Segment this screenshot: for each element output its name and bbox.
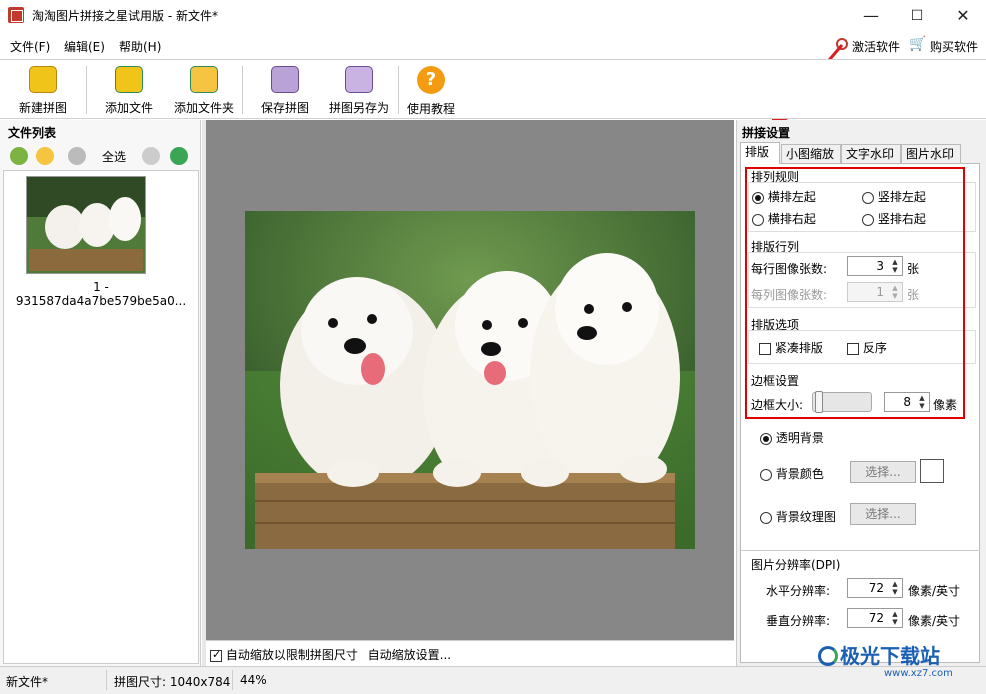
menu-help[interactable]: 帮助(H) bbox=[119, 38, 161, 55]
close-button[interactable]: ✕ bbox=[940, 0, 986, 31]
menu-edit[interactable]: 编辑(E) bbox=[64, 38, 105, 55]
watermark-logo-icon bbox=[818, 646, 838, 666]
file-thumbnail[interactable] bbox=[26, 176, 146, 274]
dpi-h-spinner[interactable]: 72 ▲ ▼ bbox=[847, 578, 903, 598]
dpi-h-label: 水平分辨率: bbox=[766, 584, 831, 598]
add-file-button[interactable]: 添加文件 bbox=[98, 62, 160, 116]
save-icon bbox=[271, 66, 299, 93]
radio-dot bbox=[760, 511, 772, 524]
save-collage-button[interactable]: 保存拼图 bbox=[254, 62, 316, 116]
add-folder-label: 添加文件夹 bbox=[173, 101, 234, 115]
dpi-v-value: 72 bbox=[868, 611, 884, 625]
dpi-title: 图片分辨率(DPI) bbox=[751, 558, 841, 572]
radio-label: 背景纹理图 bbox=[775, 510, 836, 524]
minimize-button[interactable]: — bbox=[848, 0, 894, 31]
radio-label: 背景颜色 bbox=[775, 467, 824, 481]
radio-dot bbox=[760, 432, 772, 445]
file-list-header: 文件列表 bbox=[8, 126, 57, 140]
tutorial-button[interactable]: ? 使用教程 bbox=[402, 62, 460, 116]
radio-transparent-bg[interactable]: 透明背景 bbox=[760, 429, 824, 446]
activate-link[interactable]: 激活软件 bbox=[852, 38, 900, 55]
toolbar-divider bbox=[242, 66, 243, 114]
add-file-label: 添加文件 bbox=[104, 101, 153, 115]
auto-scale-row: ✓ 自动缩放以限制拼图尺寸 自动缩放设置... bbox=[210, 646, 451, 663]
save-as-icon bbox=[345, 66, 373, 93]
new-collage-button[interactable]: 新建拼图 bbox=[12, 62, 74, 116]
watermark-text: 极光下载站 bbox=[840, 644, 940, 668]
auto-scale-label: 自动缩放以限制拼图尺寸 bbox=[225, 648, 358, 662]
tab-layout[interactable]: 排版 bbox=[740, 142, 780, 164]
add-file-icon bbox=[115, 66, 143, 93]
dpi-h-unit: 像素/英寸 bbox=[908, 584, 961, 598]
move-down-icon[interactable] bbox=[170, 147, 188, 165]
help-icon: ? bbox=[417, 66, 445, 94]
add-folder-button[interactable]: 添加文件夹 bbox=[170, 62, 238, 116]
dpi-h-value: 72 bbox=[868, 581, 884, 595]
status-divider bbox=[232, 670, 233, 690]
color-swatch[interactable] bbox=[920, 459, 944, 483]
save-as-label: 拼图另存为 bbox=[328, 101, 389, 115]
choose-color-button[interactable]: 选择... bbox=[850, 461, 916, 483]
add-file-icon[interactable] bbox=[10, 147, 28, 165]
auto-scale-settings-link[interactable]: 自动缩放设置... bbox=[368, 648, 451, 662]
save-collage-label: 保存拼图 bbox=[260, 101, 309, 115]
status-zoom: 44% bbox=[240, 673, 267, 687]
toolbar-divider bbox=[86, 66, 87, 114]
spinner-arrows-icon[interactable]: ▲ ▼ bbox=[890, 580, 900, 596]
collage-preview-image bbox=[245, 211, 695, 549]
auto-scale-checkbox[interactable]: ✓ bbox=[210, 648, 222, 662]
add-folder-icon bbox=[190, 66, 218, 93]
tab-text-watermark[interactable]: 文字水印 bbox=[841, 144, 901, 164]
highlight-box bbox=[745, 167, 965, 419]
app-icon bbox=[8, 7, 24, 23]
new-collage-label: 新建拼图 bbox=[18, 101, 67, 115]
new-icon bbox=[29, 66, 57, 93]
radio-dot bbox=[760, 468, 772, 481]
select-all-button[interactable]: 全选 bbox=[102, 148, 126, 165]
file-name: 1 - 931587da4a7be579be5a0... bbox=[4, 280, 198, 308]
status-size: 拼图尺寸: 1040x784 bbox=[114, 675, 231, 689]
dpi-v-spinner[interactable]: 72 ▲ ▼ bbox=[847, 608, 903, 628]
choose-texture-button[interactable]: 选择... bbox=[850, 503, 916, 525]
spinner-arrows-icon[interactable]: ▲ ▼ bbox=[890, 610, 900, 626]
window-title: 淘淘图片拼接之星试用版 - 新文件* bbox=[32, 9, 218, 23]
file-name-line1: 1 - bbox=[93, 280, 109, 294]
file-name-line2: 931587da4a7be579be5a0... bbox=[15, 294, 187, 308]
status-divider bbox=[106, 670, 107, 690]
dpi-v-unit: 像素/英寸 bbox=[908, 614, 961, 628]
remove-icon[interactable] bbox=[68, 147, 86, 165]
tutorial-label: 使用教程 bbox=[406, 102, 455, 116]
radio-bg-color[interactable]: 背景颜色 bbox=[760, 465, 824, 482]
menu-file[interactable]: 文件(F) bbox=[10, 38, 50, 55]
divider bbox=[741, 550, 980, 551]
buy-link[interactable]: 购买软件 bbox=[930, 38, 978, 55]
save-as-button[interactable]: 拼图另存为 bbox=[326, 62, 392, 116]
settings-header: 拼接设置 bbox=[742, 126, 791, 140]
tab-image-watermark[interactable]: 图片水印 bbox=[901, 144, 961, 164]
move-up-icon[interactable] bbox=[142, 147, 160, 165]
tab-thumbnail-scale[interactable]: 小图缩放 bbox=[781, 144, 841, 164]
cart-icon[interactable]: 🛒 bbox=[909, 37, 927, 51]
maximize-button[interactable]: ☐ bbox=[894, 0, 940, 31]
toolbar-divider bbox=[398, 66, 399, 114]
status-file: 新文件* bbox=[6, 675, 49, 689]
dpi-v-label: 垂直分辨率: bbox=[766, 614, 831, 628]
add-folder-icon[interactable] bbox=[36, 147, 54, 165]
watermark-url: www.xz7.com bbox=[884, 668, 953, 679]
radio-label: 透明背景 bbox=[775, 431, 824, 445]
radio-bg-texture[interactable]: 背景纹理图 bbox=[760, 508, 836, 525]
